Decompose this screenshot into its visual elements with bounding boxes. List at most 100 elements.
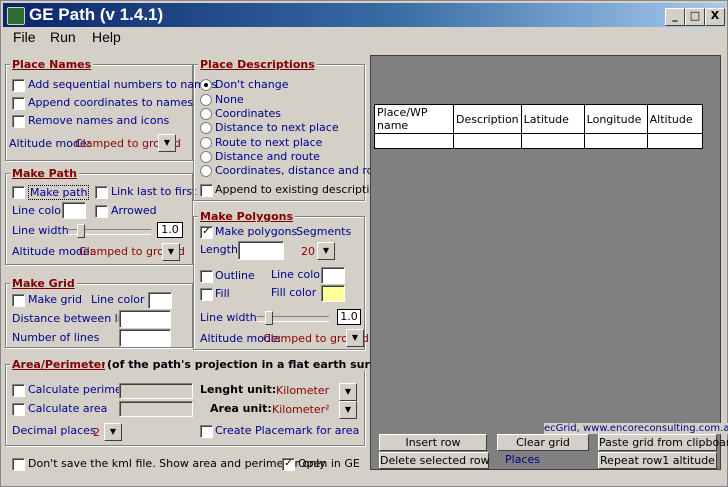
desc-option-route-next: Route to next place — [215, 136, 323, 149]
grid-line-color-swatch[interactable] — [148, 292, 172, 309]
make-path-title: Make Path — [10, 167, 79, 180]
make-path-checkbox[interactable] — [12, 186, 25, 199]
column-header[interactable]: Altitude — [646, 104, 703, 134]
segments-value[interactable]: 20 — [301, 245, 315, 258]
decimal-places-label: Decimal places — [12, 424, 96, 437]
table-cell[interactable] — [583, 133, 648, 149]
desc-radio-dont-change[interactable] — [200, 79, 212, 91]
append-description-checkbox[interactable] — [200, 184, 213, 197]
create-placemark-checkbox[interactable] — [200, 425, 213, 438]
app-icon — [7, 7, 25, 25]
maximize-button[interactable]: □ — [685, 8, 705, 26]
open-ge-label: Open in GE — [298, 457, 360, 470]
table-cell[interactable] — [646, 133, 703, 149]
menu-file[interactable]: File — [13, 29, 36, 45]
fill-label: Fill — [215, 287, 230, 300]
menu-run[interactable]: Run — [50, 29, 76, 45]
length-unit-value[interactable]: Kilometer — [276, 384, 329, 397]
places-table: Place/WP name Description Latitude Longi… — [374, 104, 703, 149]
outline-checkbox[interactable] — [200, 270, 213, 283]
title-bar: GE Path (v 1.4.1) _ □ X — [3, 3, 725, 27]
minimize-button[interactable]: _ — [665, 8, 685, 26]
calc-area-checkbox[interactable] — [12, 403, 25, 416]
desc-radio-none[interactable] — [200, 94, 212, 106]
open-ge-checkbox[interactable]: ✓ — [282, 458, 295, 471]
add-sequential-label: Add sequential numbers to names — [28, 78, 218, 91]
dont-save-checkbox[interactable] — [12, 458, 25, 471]
polygon-line-width-label: Line width — [200, 311, 257, 324]
make-grid-title: Make Grid — [10, 277, 77, 290]
column-header[interactable]: Latitude — [520, 104, 585, 134]
fill-color-swatch[interactable] — [321, 285, 345, 302]
append-coordinates-checkbox[interactable] — [12, 97, 25, 110]
desc-radio-coords-distance-route[interactable] — [200, 165, 212, 177]
desc-option-coordinates: Coordinates — [215, 107, 282, 120]
make-path-label: Make path — [28, 185, 90, 200]
create-placemark-label: Create Placemark for area — [215, 424, 360, 437]
make-grid-label: Make grid — [28, 293, 83, 306]
insert-row-button[interactable]: Insert row — [379, 434, 487, 451]
fill-checkbox[interactable] — [200, 288, 213, 301]
length-unit-label: Lenght unit: — [200, 383, 277, 396]
length-unit-dropdown-icon[interactable]: ▼ — [339, 383, 357, 401]
table-cell[interactable] — [453, 133, 522, 149]
area-unit-dropdown-icon[interactable]: ▼ — [339, 401, 357, 419]
column-header[interactable]: Description — [453, 104, 522, 134]
places-label: Places — [505, 453, 540, 466]
make-grid-checkbox[interactable] — [12, 294, 25, 307]
path-line-color-swatch[interactable] — [62, 202, 86, 219]
decimal-places-value[interactable]: 2 — [93, 426, 100, 439]
desc-option-distance-route: Distance and route — [215, 150, 320, 163]
distance-lines-input[interactable] — [119, 310, 171, 328]
desc-option-dont-change: Don't change — [215, 78, 289, 91]
desc-radio-distance-route[interactable] — [200, 151, 212, 163]
make-polygons-checkbox[interactable]: ✓ — [200, 226, 213, 239]
perimeter-output — [119, 383, 193, 399]
grid-credit: ecGrid, www.encoreconsulting.com.au — [544, 423, 728, 434]
desc-option-coords-distance-route: Coordinates, distance and route — [215, 164, 392, 177]
segments-dropdown-icon[interactable]: ▼ — [317, 242, 335, 260]
arrowed-checkbox[interactable] — [95, 205, 108, 218]
number-lines-input[interactable] — [119, 329, 171, 347]
append-description-label: Append to existing description — [215, 183, 384, 196]
desc-option-none: None — [215, 93, 244, 106]
main-window: GE Path (v 1.4.1) _ □ X File Run Help Pl… — [0, 0, 728, 487]
places-grid[interactable]: Place/WP name Description Latitude Longi… — [374, 104, 712, 149]
table-cell[interactable] — [520, 133, 585, 149]
place-names-title: Place Names — [10, 58, 94, 71]
make-polygons-label: Make polygons — [215, 225, 298, 238]
table-cell[interactable] — [374, 133, 454, 149]
number-lines-label: Number of lines — [12, 331, 100, 344]
menu-help[interactable]: Help — [92, 29, 121, 45]
path-line-width-thumb[interactable] — [77, 224, 85, 238]
polygon-line-width-thumb[interactable] — [265, 311, 273, 325]
desc-radio-route-next[interactable] — [200, 137, 212, 149]
paste-grid-button[interactable]: Paste grid from clipboard — [598, 434, 728, 451]
add-sequential-checkbox[interactable] — [12, 79, 25, 92]
area-unit-label: Area unit: — [210, 402, 272, 415]
calc-perimeter-checkbox[interactable] — [12, 384, 25, 397]
decimal-places-dropdown-icon[interactable]: ▼ — [104, 423, 122, 441]
place-names-altitude-dropdown-icon[interactable]: ▼ — [158, 134, 176, 152]
arrowed-label: Arrowed — [111, 204, 157, 217]
outline-label: Outline — [215, 269, 255, 282]
delete-row-button[interactable]: Delete selected row — [379, 452, 490, 469]
desc-radio-distance-next[interactable] — [200, 122, 212, 134]
calc-area-label: Calculate area — [28, 402, 108, 415]
remove-names-checkbox[interactable] — [12, 115, 25, 128]
table-row[interactable] — [374, 133, 703, 149]
close-button[interactable]: X — [705, 8, 725, 26]
desc-radio-coordinates[interactable] — [200, 108, 212, 120]
grid-line-color-label: Line color — [91, 293, 145, 306]
column-header[interactable]: Longitude — [583, 104, 648, 134]
link-last-checkbox[interactable] — [95, 186, 108, 199]
polygon-altitude-dropdown-icon[interactable]: ▼ — [346, 329, 364, 347]
column-header[interactable]: Place/WP name — [374, 104, 454, 134]
repeat-row-button[interactable]: Repeat row1 altitude — [598, 452, 717, 469]
polygon-length-input[interactable] — [238, 241, 284, 260]
area-unit-value[interactable]: Kilometer² — [272, 403, 330, 416]
path-altitude-dropdown-icon[interactable]: ▼ — [162, 243, 180, 261]
clear-grid-button[interactable]: Clear grid — [497, 434, 589, 451]
polygon-line-width-value: 1.0 — [337, 309, 361, 325]
polygon-line-color-swatch[interactable] — [321, 267, 345, 284]
